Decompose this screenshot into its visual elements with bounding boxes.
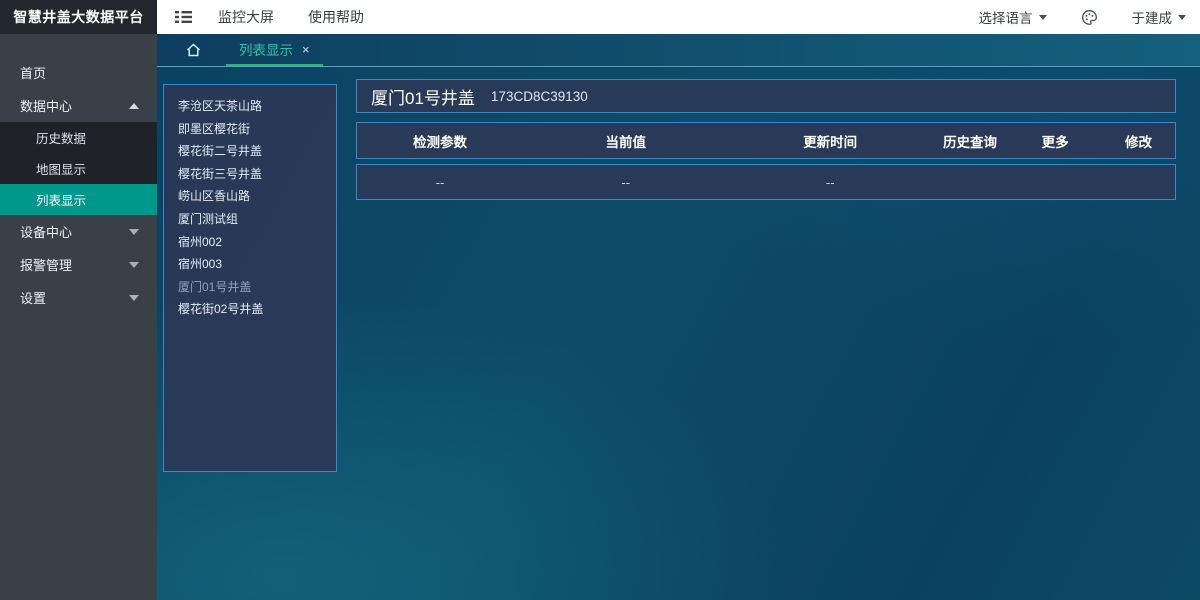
device-detail-header: 厦门01号井盖 173CD8C39130 <box>356 79 1176 113</box>
device-list-item[interactable]: 宿州003 <box>178 253 336 276</box>
col-header-history-query: 历史查询 <box>932 131 1008 151</box>
caret-down-icon <box>1178 15 1186 20</box>
device-list-item[interactable]: 厦门测试组 <box>178 208 336 231</box>
topbar-right: 选择语言 于建成 <box>979 7 1187 27</box>
table-row: -- -- -- <box>356 164 1176 200</box>
close-icon[interactable] <box>302 43 310 56</box>
home-icon[interactable] <box>185 42 202 58</box>
device-list-item[interactable]: 宿州002 <box>178 231 336 254</box>
top-bar: 智慧井盖大数据平台 监控大屏 使用帮助 选择语言 于建成 <box>0 0 1200 34</box>
sidebar-item-label: 首页 <box>20 63 139 82</box>
device-list-item[interactable]: 樱花街02号井盖 <box>178 298 336 321</box>
sidebar-item-list-display[interactable]: 列表显示 <box>0 184 157 215</box>
device-name: 厦门01号井盖 <box>371 84 475 109</box>
device-list-item[interactable]: 樱花街二号井盖 <box>178 140 336 163</box>
device-list-item[interactable]: 李沧区天茶山路 <box>178 95 336 118</box>
sidebar: 首页 数据中心 历史数据 地图显示 列表显示 设备中心 报警管理 设置 <box>0 34 157 600</box>
sidebar-item-label: 历史数据 <box>36 128 86 147</box>
sidebar-item-settings[interactable]: 设置 <box>0 281 157 314</box>
col-header-more: 更多 <box>1008 131 1102 151</box>
user-name: 于建成 <box>1132 7 1173 27</box>
main-content: 李沧区天茶山路 即墨区樱花街 樱花街二号井盖 樱花街三号井盖 崂山区香山路 厦门… <box>157 68 1200 600</box>
col-header-modify: 修改 <box>1102 131 1175 151</box>
device-list-item[interactable]: 樱花街三号井盖 <box>178 163 336 186</box>
col-header-update-time: 更新时间 <box>728 131 932 151</box>
device-list-item[interactable]: 崂山区香山路 <box>178 185 336 208</box>
menu-fold-icon[interactable] <box>175 10 192 24</box>
sidebar-item-label: 设置 <box>20 288 129 307</box>
top-nav: 监控大屏 使用帮助 选择语言 于建成 <box>157 0 1200 34</box>
sidebar-item-map-display[interactable]: 地图显示 <box>0 153 157 184</box>
sidebar-item-label: 报警管理 <box>20 255 129 274</box>
nav-monitor-screen[interactable]: 监控大屏 <box>218 7 274 27</box>
device-id: 173CD8C39130 <box>491 89 588 104</box>
cell-update-time: -- <box>728 175 932 190</box>
col-header-current-value: 当前值 <box>523 131 728 151</box>
sidebar-item-alarm-management[interactable]: 报警管理 <box>0 248 157 281</box>
table-header-row: 检测参数 当前值 更新时间 历史查询 更多 修改 <box>356 122 1176 159</box>
tab-list-display[interactable]: 列表显示 <box>226 34 323 66</box>
device-list-panel: 李沧区天茶山路 即墨区樱花街 樱花街二号井盖 樱花街三号井盖 崂山区香山路 厦门… <box>163 84 337 472</box>
language-selector-label: 选择语言 <box>979 7 1033 27</box>
language-selector[interactable]: 选择语言 <box>979 7 1047 27</box>
tab-bar: 列表显示 <box>157 34 1200 67</box>
data-center-submenu: 历史数据 地图显示 列表显示 <box>0 122 157 215</box>
sidebar-item-label: 地图显示 <box>36 159 86 178</box>
sidebar-item-home[interactable]: 首页 <box>0 56 157 89</box>
sidebar-item-device-center[interactable]: 设备中心 <box>0 215 157 248</box>
theme-palette-icon[interactable] <box>1081 9 1098 26</box>
app-logo-title: 智慧井盖大数据平台 <box>0 0 157 34</box>
tab-label: 列表显示 <box>239 39 293 59</box>
user-menu[interactable]: 于建成 <box>1132 7 1187 27</box>
caret-down-icon <box>129 229 139 235</box>
sidebar-item-label: 设备中心 <box>20 222 129 241</box>
caret-down-icon <box>129 262 139 268</box>
caret-up-icon <box>129 103 139 109</box>
device-list-item[interactable]: 即墨区樱花街 <box>178 118 336 141</box>
sidebar-item-history-data[interactable]: 历史数据 <box>0 122 157 153</box>
caret-down-icon <box>129 295 139 301</box>
cell-current-value: -- <box>523 175 728 190</box>
sidebar-item-data-center[interactable]: 数据中心 <box>0 89 157 122</box>
sidebar-item-label: 列表显示 <box>36 190 86 209</box>
caret-down-icon <box>1039 15 1047 20</box>
nav-help[interactable]: 使用帮助 <box>308 7 364 27</box>
sidebar-item-label: 数据中心 <box>20 96 129 115</box>
col-header-detect-param: 检测参数 <box>357 131 523 151</box>
device-list-item-selected[interactable]: 厦门01号井盖 <box>178 276 336 299</box>
cell-detect-param: -- <box>357 175 523 190</box>
